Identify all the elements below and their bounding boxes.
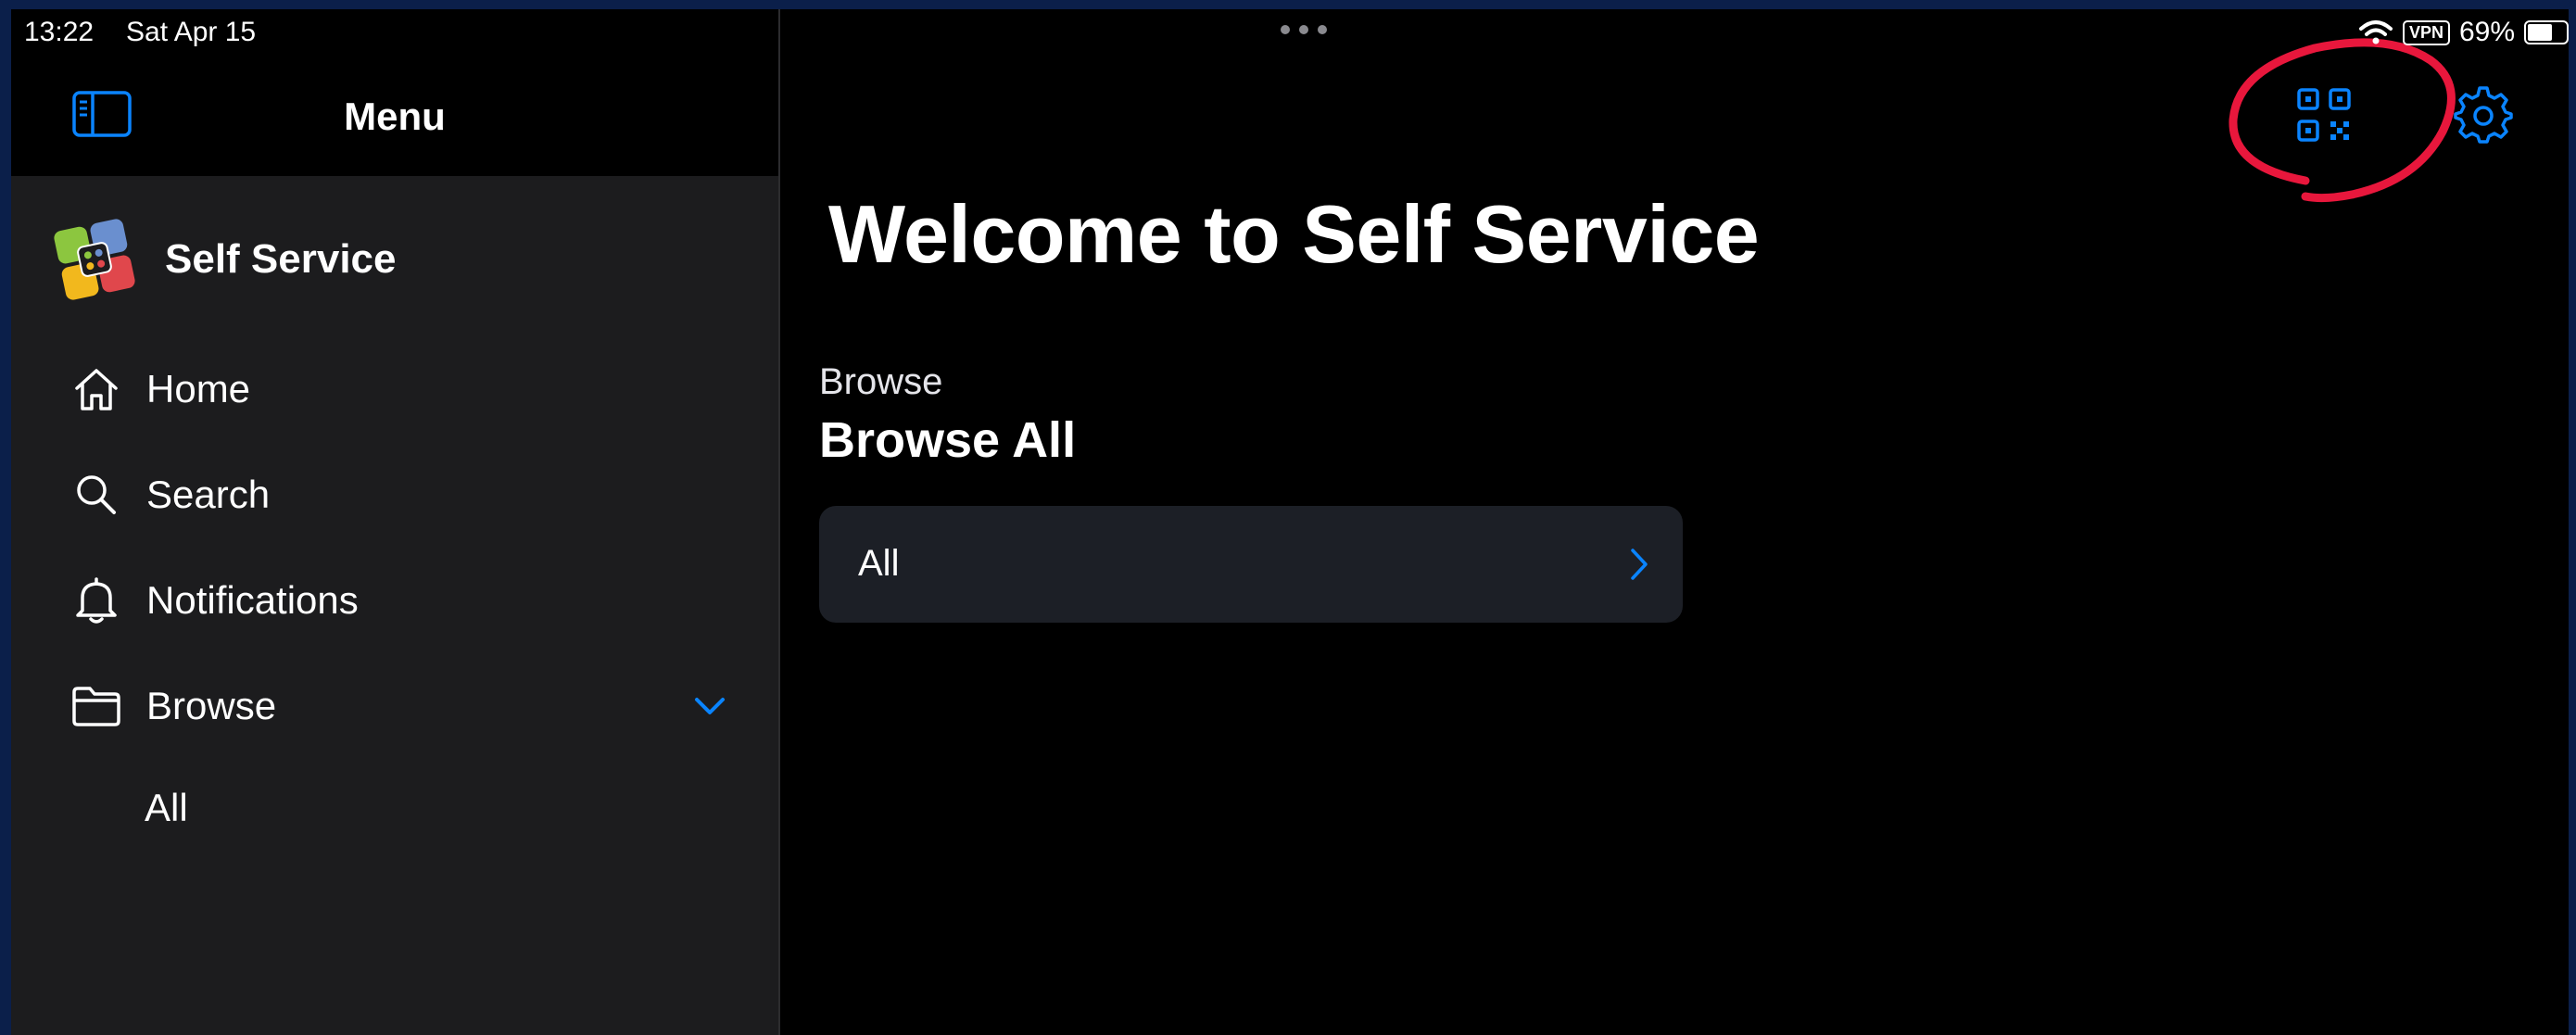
page-title: Welcome to Self Service [828,188,1760,280]
sidebar-title: Menu [344,95,446,138]
sidebar-subitem-all[interactable]: All [145,786,188,830]
status-right: VPN 69% [2358,17,2569,48]
status-bar: 13:22 Sat Apr 15 VPN 69% [11,9,2569,57]
sidebar-item-search[interactable]: Search [70,469,270,521]
status-date: Sat Apr 15 [126,17,257,47]
sidebar-item-label: Browse [146,684,277,727]
sidebar-item-browse[interactable]: Browse [70,680,276,732]
search-icon [70,469,122,521]
chevron-right-icon [1631,549,1648,580]
browse-all-card[interactable]: All [819,506,1683,623]
card-label: All [858,543,900,584]
sidebar-item-home[interactable]: Home [70,363,250,415]
sidebar-item-notifications[interactable]: Notifications [70,574,359,626]
sidebar-item-label: Home [146,367,251,410]
sidebar-item-label: Notifications [146,578,359,622]
sidebar-item-label: Search [146,473,271,516]
multitasking-dots[interactable] [1281,25,1327,34]
app-brand: Self Service [46,211,397,308]
section-subtitle: Browse [819,361,943,402]
folder-icon [70,680,122,732]
status-time: 13:22 [24,17,95,47]
sidebar: Menu Self Service Home Search Notificati… [11,9,780,1035]
battery-percent: 69% [2458,17,2515,47]
qr-code-icon[interactable] [2296,87,2352,143]
self-service-logo-icon [54,219,135,300]
app-name: Self Service [165,236,397,282]
gear-icon[interactable] [2454,85,2513,145]
chevron-down-icon[interactable] [691,688,728,725]
vpn-badge: VPN [2402,19,2450,45]
wifi-icon [2358,20,2393,44]
ipad-screen: 13:22 Sat Apr 15 VPN 69% Menu Self Servi… [11,9,2569,1035]
bell-icon [70,574,122,626]
battery-icon [2524,20,2569,44]
section-title: Browse All [819,412,1077,468]
home-icon [70,363,122,415]
